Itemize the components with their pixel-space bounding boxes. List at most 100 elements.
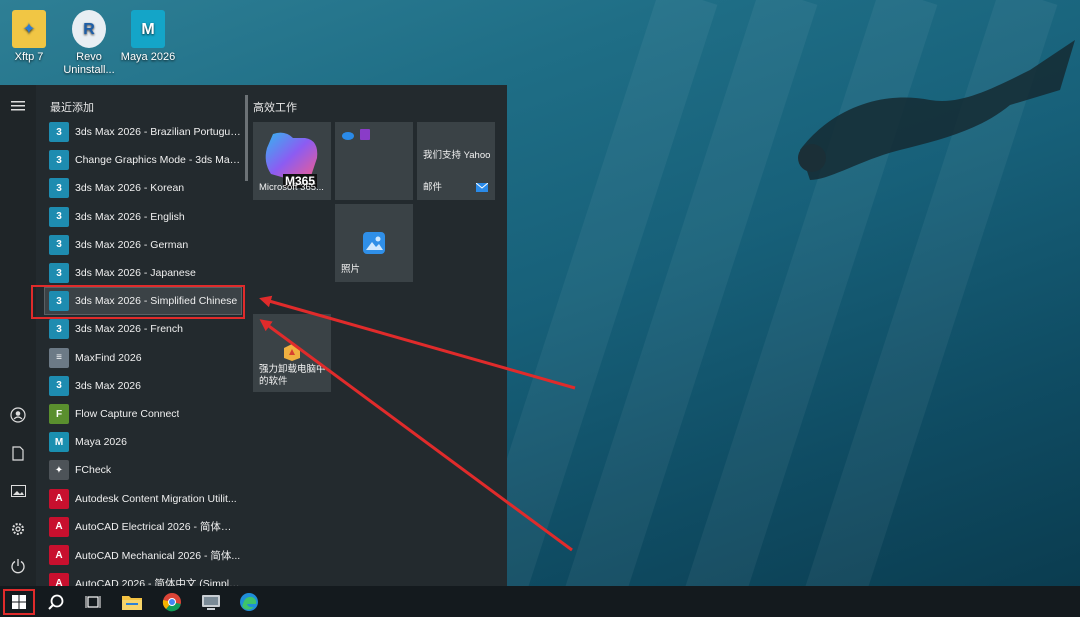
chrome-button[interactable] xyxy=(158,588,186,615)
app-label: 3ds Max 2026 - Brazilian Portuguese xyxy=(75,126,241,138)
app-label: Change Graphics Mode - 3ds Max... xyxy=(75,154,241,167)
desktop-icon-xftp[interactable]: ✦ Xftp 7 xyxy=(0,10,61,64)
app-label: 3ds Max 2026 - Japanese xyxy=(75,267,196,279)
app-icon: 3 xyxy=(49,150,69,171)
pictures-button[interactable] xyxy=(6,479,30,503)
app-list-item[interactable]: 3 Change Graphics Mode - 3ds Max... xyxy=(45,147,241,173)
app-list-item[interactable]: F Flow Capture Connect xyxy=(45,401,241,427)
search-button[interactable] xyxy=(42,588,70,615)
start-menu: 最近添加 3 3ds Max 2026 - Brazilian Portugues… xyxy=(0,85,507,586)
app-list-item[interactable]: ✦ FCheck xyxy=(45,457,241,483)
photos-icon xyxy=(363,232,385,254)
desktop-icon-label: Xftp 7 xyxy=(14,51,44,63)
app-icon: ✦ xyxy=(49,460,69,481)
app-list-item[interactable]: A AutoCAD 2026 - 简体中文 (Simplifi... xyxy=(45,570,241,586)
tile-label: 照片 xyxy=(341,264,361,275)
app-icon: 3 xyxy=(49,375,69,396)
tile-yahoo-title: 我们支持 Yahoo xyxy=(423,150,491,161)
start-menu-rail xyxy=(0,85,36,586)
app-label: AutoCAD Mechanical 2026 - 简体... xyxy=(75,549,241,562)
app-icon: A xyxy=(49,545,69,565)
app-icon: A xyxy=(49,573,69,586)
app-list-item[interactable]: A Autodesk Content Migration Utilit... xyxy=(45,486,241,512)
app-icon: 3 xyxy=(49,234,69,255)
tile-yahoo-mail[interactable]: 我们支持 Yahoo 邮件 xyxy=(417,122,495,200)
hamburger-menu-button[interactable] xyxy=(6,94,30,118)
taskbar xyxy=(0,586,1080,617)
documents-button[interactable] xyxy=(6,441,30,465)
tile-label: 强力卸载电脑中的软件 xyxy=(259,364,326,387)
app-icon: 3 xyxy=(49,263,69,283)
settings-button[interactable] xyxy=(6,517,30,541)
app-label: AutoCAD Electrical 2026 - 简体中文... xyxy=(75,521,241,534)
app-list-item[interactable]: 3 3ds Max 2026 - German xyxy=(45,232,241,258)
app-icon: 3 xyxy=(49,122,69,142)
app-list-item[interactable]: A AutoCAD Electrical 2026 - 简体中文... xyxy=(45,514,241,540)
app-icon: A xyxy=(49,488,69,509)
edge-button[interactable] xyxy=(235,588,263,615)
app-icon: A xyxy=(49,516,69,537)
app-list-item[interactable]: 3 3ds Max 2026 - Brazilian Portuguese xyxy=(45,119,241,145)
app-label: Autodesk Content Migration Utilit... xyxy=(75,492,237,505)
app-icon: 3 xyxy=(49,178,69,199)
app-label: FCheck xyxy=(75,464,112,477)
app-label: 3ds Max 2026 - German xyxy=(75,238,189,251)
app-icon: ≡ xyxy=(49,347,69,368)
power-button[interactable] xyxy=(6,554,30,578)
app-list-item[interactable]: A AutoCAD Mechanical 2026 - 简体... xyxy=(45,542,241,568)
edge-icon xyxy=(240,592,258,611)
app-list-scrollbar[interactable] xyxy=(245,95,248,181)
chrome-icon xyxy=(162,592,181,611)
onedrive-onenote-icons xyxy=(342,129,370,140)
app-label: MaxFind 2026 xyxy=(75,351,142,364)
search-icon xyxy=(48,594,64,610)
app-icon: 3 xyxy=(49,319,69,340)
app-list-item[interactable]: 3 3ds Max 2026 - Korean xyxy=(45,175,241,201)
user-icon xyxy=(10,407,26,423)
app-icon: 3 xyxy=(49,206,69,227)
app-list-item[interactable]: 3 3ds Max 2026 - Japanese xyxy=(45,260,241,286)
tile-onedrive-onenote[interactable] xyxy=(335,122,413,200)
desktop-icon-label: Maya 2026 xyxy=(120,51,176,63)
tiles-section-header: 高效工作 xyxy=(253,102,297,114)
app-list-item[interactable]: 3 3ds Max 2026 - English xyxy=(45,204,241,230)
task-view-button[interactable] xyxy=(79,588,107,615)
tile-label: Microsoft 365... xyxy=(259,182,324,193)
app-list-item[interactable]: 3 3ds Max 2026 xyxy=(45,373,241,399)
desktop-icon-revo[interactable]: R Revo Uninstall... xyxy=(57,10,121,77)
power-icon xyxy=(11,559,25,574)
hamburger-icon xyxy=(11,101,25,111)
app-label: 3ds Max 2026 - French xyxy=(75,323,183,336)
desktop-icon-maya[interactable]: M Maya 2026 xyxy=(116,10,180,64)
app-label: 3ds Max 2026 - English xyxy=(75,210,185,223)
annotation-highlight-box xyxy=(31,285,245,319)
mail-icon xyxy=(476,183,488,192)
document-icon xyxy=(12,445,24,461)
file-explorer-button[interactable] xyxy=(118,588,146,615)
annotation-start-box xyxy=(3,589,35,615)
app-label: AutoCAD 2026 - 简体中文 (Simplifi... xyxy=(75,577,241,586)
uninstall-box-icon xyxy=(284,344,300,361)
swimmer-image xyxy=(798,40,1075,180)
gear-icon xyxy=(12,523,24,535)
app-list-item[interactable]: M Maya 2026 xyxy=(45,429,241,455)
recent-section-header: 最近添加 xyxy=(50,102,94,114)
task-view-icon xyxy=(85,595,101,608)
app-label: Flow Capture Connect xyxy=(75,408,180,420)
xftp-folder-icon: ✦ xyxy=(12,10,46,48)
tile-microsoft-365[interactable]: M365 Microsoft 365... xyxy=(253,122,331,200)
computer-app-icon xyxy=(202,594,220,610)
app-label: 3ds Max 2026 xyxy=(75,379,141,392)
app-list-item[interactable]: ≡ MaxFind 2026 xyxy=(45,345,241,371)
account-button[interactable] xyxy=(6,403,30,427)
app-list-item[interactable]: 3 3ds Max 2026 - French xyxy=(45,316,241,342)
folder-icon xyxy=(122,595,142,610)
picture-icon xyxy=(10,485,26,497)
app-icon: M xyxy=(49,432,69,453)
app-list: 最近添加 3 3ds Max 2026 - Brazilian Portugues… xyxy=(40,85,248,586)
maya-icon: M xyxy=(131,10,165,48)
app-icon: F xyxy=(49,404,69,424)
tile-photos[interactable]: 照片 xyxy=(335,204,413,282)
tile-uninstall-software[interactable]: 强力卸载电脑中的软件 xyxy=(253,314,331,392)
app-button[interactable] xyxy=(197,588,225,615)
